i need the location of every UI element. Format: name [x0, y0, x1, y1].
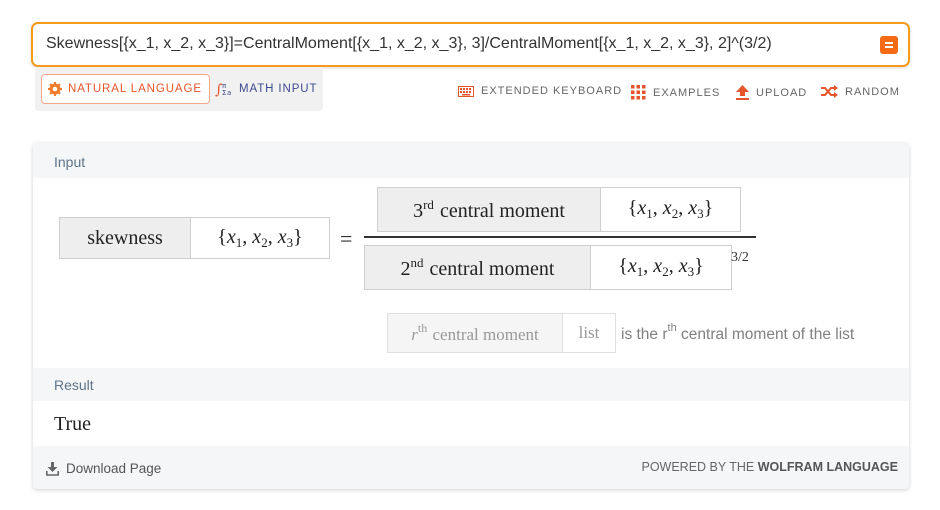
exponent-label: 3/2 — [731, 250, 749, 265]
download-page-label: Download Page — [66, 461, 162, 476]
random-button[interactable]: RANDOM — [821, 85, 900, 98]
hint-label: central moment — [432, 325, 539, 344]
extended-keyboard-button[interactable]: EXTENDED KEYBOARD — [458, 85, 622, 97]
hint-description-suffix: th — [667, 322, 677, 334]
argument-list: {x1, x2, x3} — [627, 197, 714, 221]
upload-label: UPLOAD — [756, 86, 808, 99]
denominator-moment-cell: 2nd central moment — [364, 245, 591, 290]
hint-description-rest: central moment of the list — [681, 326, 855, 343]
numerator-ordinal-suffix: rd — [423, 196, 434, 212]
denominator-ordinal: 2 — [400, 257, 411, 280]
denominator-ordinal-suffix: nd — [410, 254, 424, 270]
hint-moment-label: rth central moment — [411, 321, 538, 345]
query-input[interactable]: Skewness[{x_1, x_2, x_3}]=CentralMoment[… — [46, 35, 772, 53]
extended-keyboard-label: EXTENDED KEYBOARD — [481, 85, 623, 97]
argument-list: {x1, x2, x3} — [618, 255, 704, 279]
lhs-function-label: skewness — [87, 226, 163, 249]
shuffle-icon — [821, 85, 838, 98]
tab-natural-language[interactable]: NATURAL LANGUAGE — [41, 74, 210, 104]
fraction-bar — [364, 236, 756, 238]
tab-natural-language-label: NATURAL LANGUAGE — [68, 83, 202, 95]
result-pod-title: Result — [54, 377, 94, 393]
denominator-label: 2nd central moment — [401, 255, 555, 281]
examples-button[interactable]: EXAMPLES — [631, 85, 720, 100]
download-icon — [46, 461, 59, 476]
upload-icon — [736, 85, 749, 100]
input-pod-title: Input — [54, 154, 86, 170]
svg-text:a: a — [227, 89, 232, 97]
equals-icon[interactable] — [880, 36, 898, 54]
query-input-bar[interactable]: Skewness[{x_1, x_2, x_3}]=CentralMoment[… — [31, 22, 910, 67]
input-pod-body: skewness {x1, x2, x3} = 3rd central mome… — [33, 178, 909, 368]
argument-list: {x1, x2, x3} — [217, 225, 303, 250]
powered-by-wolfram[interactable]: POWERED BY THE WOLFRAM LANGUAGE — [641, 460, 898, 474]
results-card: Input skewness {x1, x2, x3} = 3rd centra… — [33, 143, 909, 489]
denominator-argument-cell: {x1, x2, x3} — [590, 245, 732, 290]
hint-argument-cell: list — [562, 313, 616, 353]
math-input-icon: ∫ π Σ a — [215, 81, 233, 97]
download-page-link[interactable]: Download Page — [46, 461, 161, 476]
examples-grid-icon — [631, 85, 646, 100]
hint-argument: list — [578, 323, 600, 342]
numerator-moment-cell: 3rd central moment — [377, 187, 601, 232]
hint-description: is the rth central moment of the list — [621, 322, 854, 344]
equals-sign: = — [340, 226, 353, 251]
examples-label: EXAMPLES — [653, 86, 721, 99]
denominator-moment-label: central moment — [429, 257, 555, 280]
lhs-argument-cell: {x1, x2, x3} — [190, 217, 330, 259]
random-label: RANDOM — [845, 85, 900, 98]
lhs-function-cell: skewness — [59, 217, 191, 259]
tab-math-input[interactable]: ∫ π Σ a MATH INPUT — [209, 74, 323, 104]
numerator-label: 3rd central moment — [413, 197, 565, 223]
result-value: True — [54, 413, 92, 435]
hint-symbol: r — [411, 325, 418, 344]
hint-symbol-suffix: th — [417, 321, 428, 335]
result-pod-body: True — [33, 401, 909, 446]
numerator-ordinal: 3 — [413, 199, 424, 222]
natural-language-icon — [48, 82, 62, 96]
keyboard-icon — [458, 85, 474, 97]
hint-moment-cell: rth central moment — [387, 313, 563, 353]
hint-description-prefix: is the — [621, 326, 659, 343]
upload-button[interactable]: UPLOAD — [736, 85, 807, 100]
numerator-argument-cell: {x1, x2, x3} — [600, 187, 741, 232]
input-mode-tabs: NATURAL LANGUAGE ∫ π Σ a MATH INPUT — [35, 67, 323, 111]
tab-math-input-label: MATH INPUT — [239, 83, 318, 95]
wolfram-language-brand: WOLFRAM LANGUAGE — [757, 460, 898, 474]
powered-by-prefix: POWERED BY THE — [641, 460, 755, 474]
numerator-moment-label: central moment — [439, 199, 565, 222]
